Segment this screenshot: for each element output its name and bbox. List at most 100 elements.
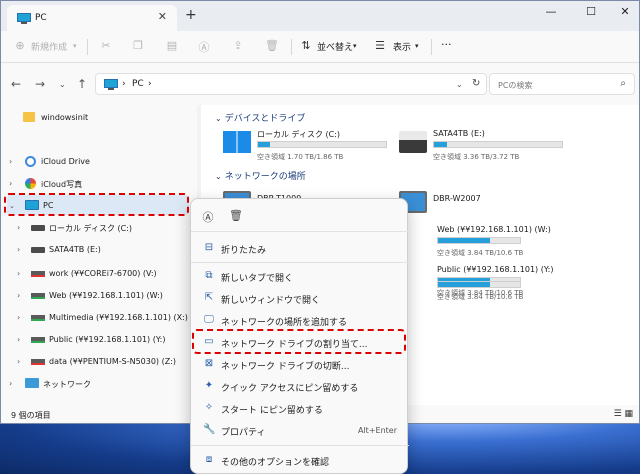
sidebar-item-label: Multimedia (¥¥192.168.1.101) (X:) [49,313,188,322]
menu-item-label: 新しいウィンドウで開く [221,296,321,306]
chevron-right-icon[interactable]: › [17,245,20,254]
windows-drive-icon [223,131,251,153]
chevron-right-icon[interactable]: › [17,313,20,322]
tab-pc[interactable]: PC ✕ [7,5,177,31]
new-window-icon: ⇱ [204,292,214,303]
new-icon: ⊕ [15,39,25,52]
pc-icon [17,13,31,24]
drive-tile-c[interactable]: ローカル ディスク (C:) 空き領域 1.70 TB/1.86 TB [223,125,393,165]
more-options-button[interactable]: ··· [441,38,452,51]
menu-item-pin-start[interactable]: ✧ スタート にピン留めする [195,397,405,419]
network-drive-tile-partial[interactable]: 空き領域 3.84 TB/10.6 TB [403,271,573,311]
view-icon: ☰ [375,39,385,52]
menu-item-label: その他のオプションを確認 [221,458,330,468]
chevron-right-icon[interactable]: › [17,269,20,278]
collapse-icon: ⊟ [204,242,214,253]
delete-icon[interactable]: 🗑 [265,39,279,53]
menu-item-properties[interactable]: 🔧 プロパティ Alt+Enter [195,419,405,441]
cut-icon[interactable]: ✂ [99,39,113,53]
paste-icon[interactable]: ▤ [165,39,179,53]
copy-icon[interactable]: ❐ [131,39,145,53]
shortcut-label: Alt+Enter [357,426,397,435]
minimize-button[interactable]: — [533,1,569,25]
maximize-button[interactable]: ☐ [573,1,609,25]
back-button[interactable]: ← [11,77,21,91]
network-drive-icon [31,293,45,299]
chevron-right-icon[interactable]: › [17,291,20,300]
group-header-label: デバイスとドライブ [224,114,306,124]
search-box[interactable]: PCの検索 ⌕ [489,73,635,95]
recent-locations-button[interactable]: ⌄ [59,80,66,89]
highlight-pc-item [4,193,189,216]
menu-item-label: 折りたたみ [221,246,267,256]
drive-free-space: 空き領域 1.70 TB/1.86 TB [257,153,344,161]
menu-item-collapse[interactable]: ⊟ 折りたたみ [195,237,405,259]
chevron-right-icon[interactable]: › [9,179,12,188]
add-network-location-icon: 🖵 [204,314,214,325]
drive-free-space: 空き領域 3.84 TB/10.6 TB [437,293,524,301]
delete-icon[interactable]: 🗑 [229,209,243,223]
chevron-right-icon[interactable]: › [9,379,12,388]
drive-free-space: 空き領域 3.36 TB/3.72 TB [433,153,520,161]
menu-divider [191,231,409,232]
sort-button[interactable]: 並べ替え [317,40,353,53]
drive-usage-bar [437,237,521,244]
view-button[interactable]: 表示 [393,40,411,53]
share-icon[interactable]: ⇪ [231,39,245,53]
chevron-down-icon: ▾ [353,42,357,50]
group-header-devices[interactable]: ⌄ デバイスとドライブ [215,111,305,124]
drive-name: SATA4TB (E:) [433,129,485,138]
menu-divider [191,262,409,263]
network-tile-dbr-w2007[interactable]: DBR-W2007 [399,185,569,225]
drive-icon [31,247,45,253]
photos-icon [25,178,36,189]
menu-item-label: ネットワークの場所を追加する [221,318,348,328]
menu-item-add-network-location[interactable]: 🖵 ネットワークの場所を追加する [195,309,405,331]
pin-icon: ✦ [204,380,214,391]
pc-icon [104,79,118,90]
chevron-right-icon[interactable]: › [17,357,20,366]
rename-icon[interactable]: Ⓐ [201,209,215,224]
sidebar-item-label: iCloud Drive [41,157,90,166]
up-button[interactable]: ↑ [77,77,87,91]
chevron-right-icon[interactable]: › [9,157,12,166]
breadcrumb-pc[interactable]: PC [132,79,144,89]
sort-icon: ⇅ [301,39,311,52]
rename-icon[interactable]: Ⓐ [197,39,211,54]
forward-button[interactable]: → [35,77,45,91]
group-header-label: ネットワークの場所 [224,172,306,182]
drive-tile-e[interactable]: SATA4TB (E:) 空き領域 3.36 TB/3.72 TB [399,125,569,165]
menu-item-pin-quick-access[interactable]: ✦ クイック アクセスにピン留めする [195,375,405,397]
new-tab-icon: ⧉ [205,270,213,281]
menu-item-label: クイック アクセスにピン留めする [221,384,359,394]
search-input[interactable]: PCの検索 [498,80,532,91]
close-tab-icon[interactable]: ✕ [158,10,167,23]
toolbar-divider [291,39,292,55]
new-button[interactable]: 新規作成 [31,40,67,53]
menu-item-more-options[interactable]: ⧈ その他のオプションを確認 [195,449,405,471]
breadcrumb-separator[interactable]: › [122,79,126,89]
chevron-right-icon[interactable]: › [17,223,20,232]
close-window-button[interactable]: ✕ [607,1,639,25]
toolbar-divider [431,39,432,55]
new-tab-button[interactable]: + [185,7,197,23]
address-bar[interactable]: › PC › ⌄ ↻ [95,73,487,95]
more-options-icon: ⧈ [205,454,213,465]
chevron-right-icon[interactable]: › [17,335,20,344]
menu-item-open-new-window[interactable]: ⇱ 新しいウィンドウで開く [195,287,405,309]
menu-item-disconnect-network-drive[interactable]: ⊠ ネットワーク ドライブの切断... [195,353,405,375]
breadcrumb-separator[interactable]: › [148,79,152,89]
network-drive-tile-web-w[interactable]: Web (¥¥192.168.1.101) (W:) 空き領域 3.84 TB/… [403,221,573,261]
menu-item-label: ネットワーク ドライブの切断... [221,362,350,372]
group-header-network[interactable]: ⌄ ネットワークの場所 [215,169,306,182]
sidebar-item-label: work (¥¥COREi7-6700) (V:) [49,269,157,278]
address-dropdown-icon[interactable]: ⌄ [456,80,463,89]
chevron-down-icon: ⌄ [215,114,222,123]
drive-usage-bar [433,141,563,148]
drive-usage-bar [437,281,521,288]
menu-item-open-new-tab[interactable]: ⧉ 新しいタブで開く [195,265,405,287]
sidebar-item-label: Public (¥¥192.168.1.101) (Y:) [49,335,166,344]
network-drive-icon [31,359,45,365]
refresh-icon[interactable]: ↻ [472,78,480,89]
details-view-icon[interactable]: ☰ ▦ [614,409,633,419]
